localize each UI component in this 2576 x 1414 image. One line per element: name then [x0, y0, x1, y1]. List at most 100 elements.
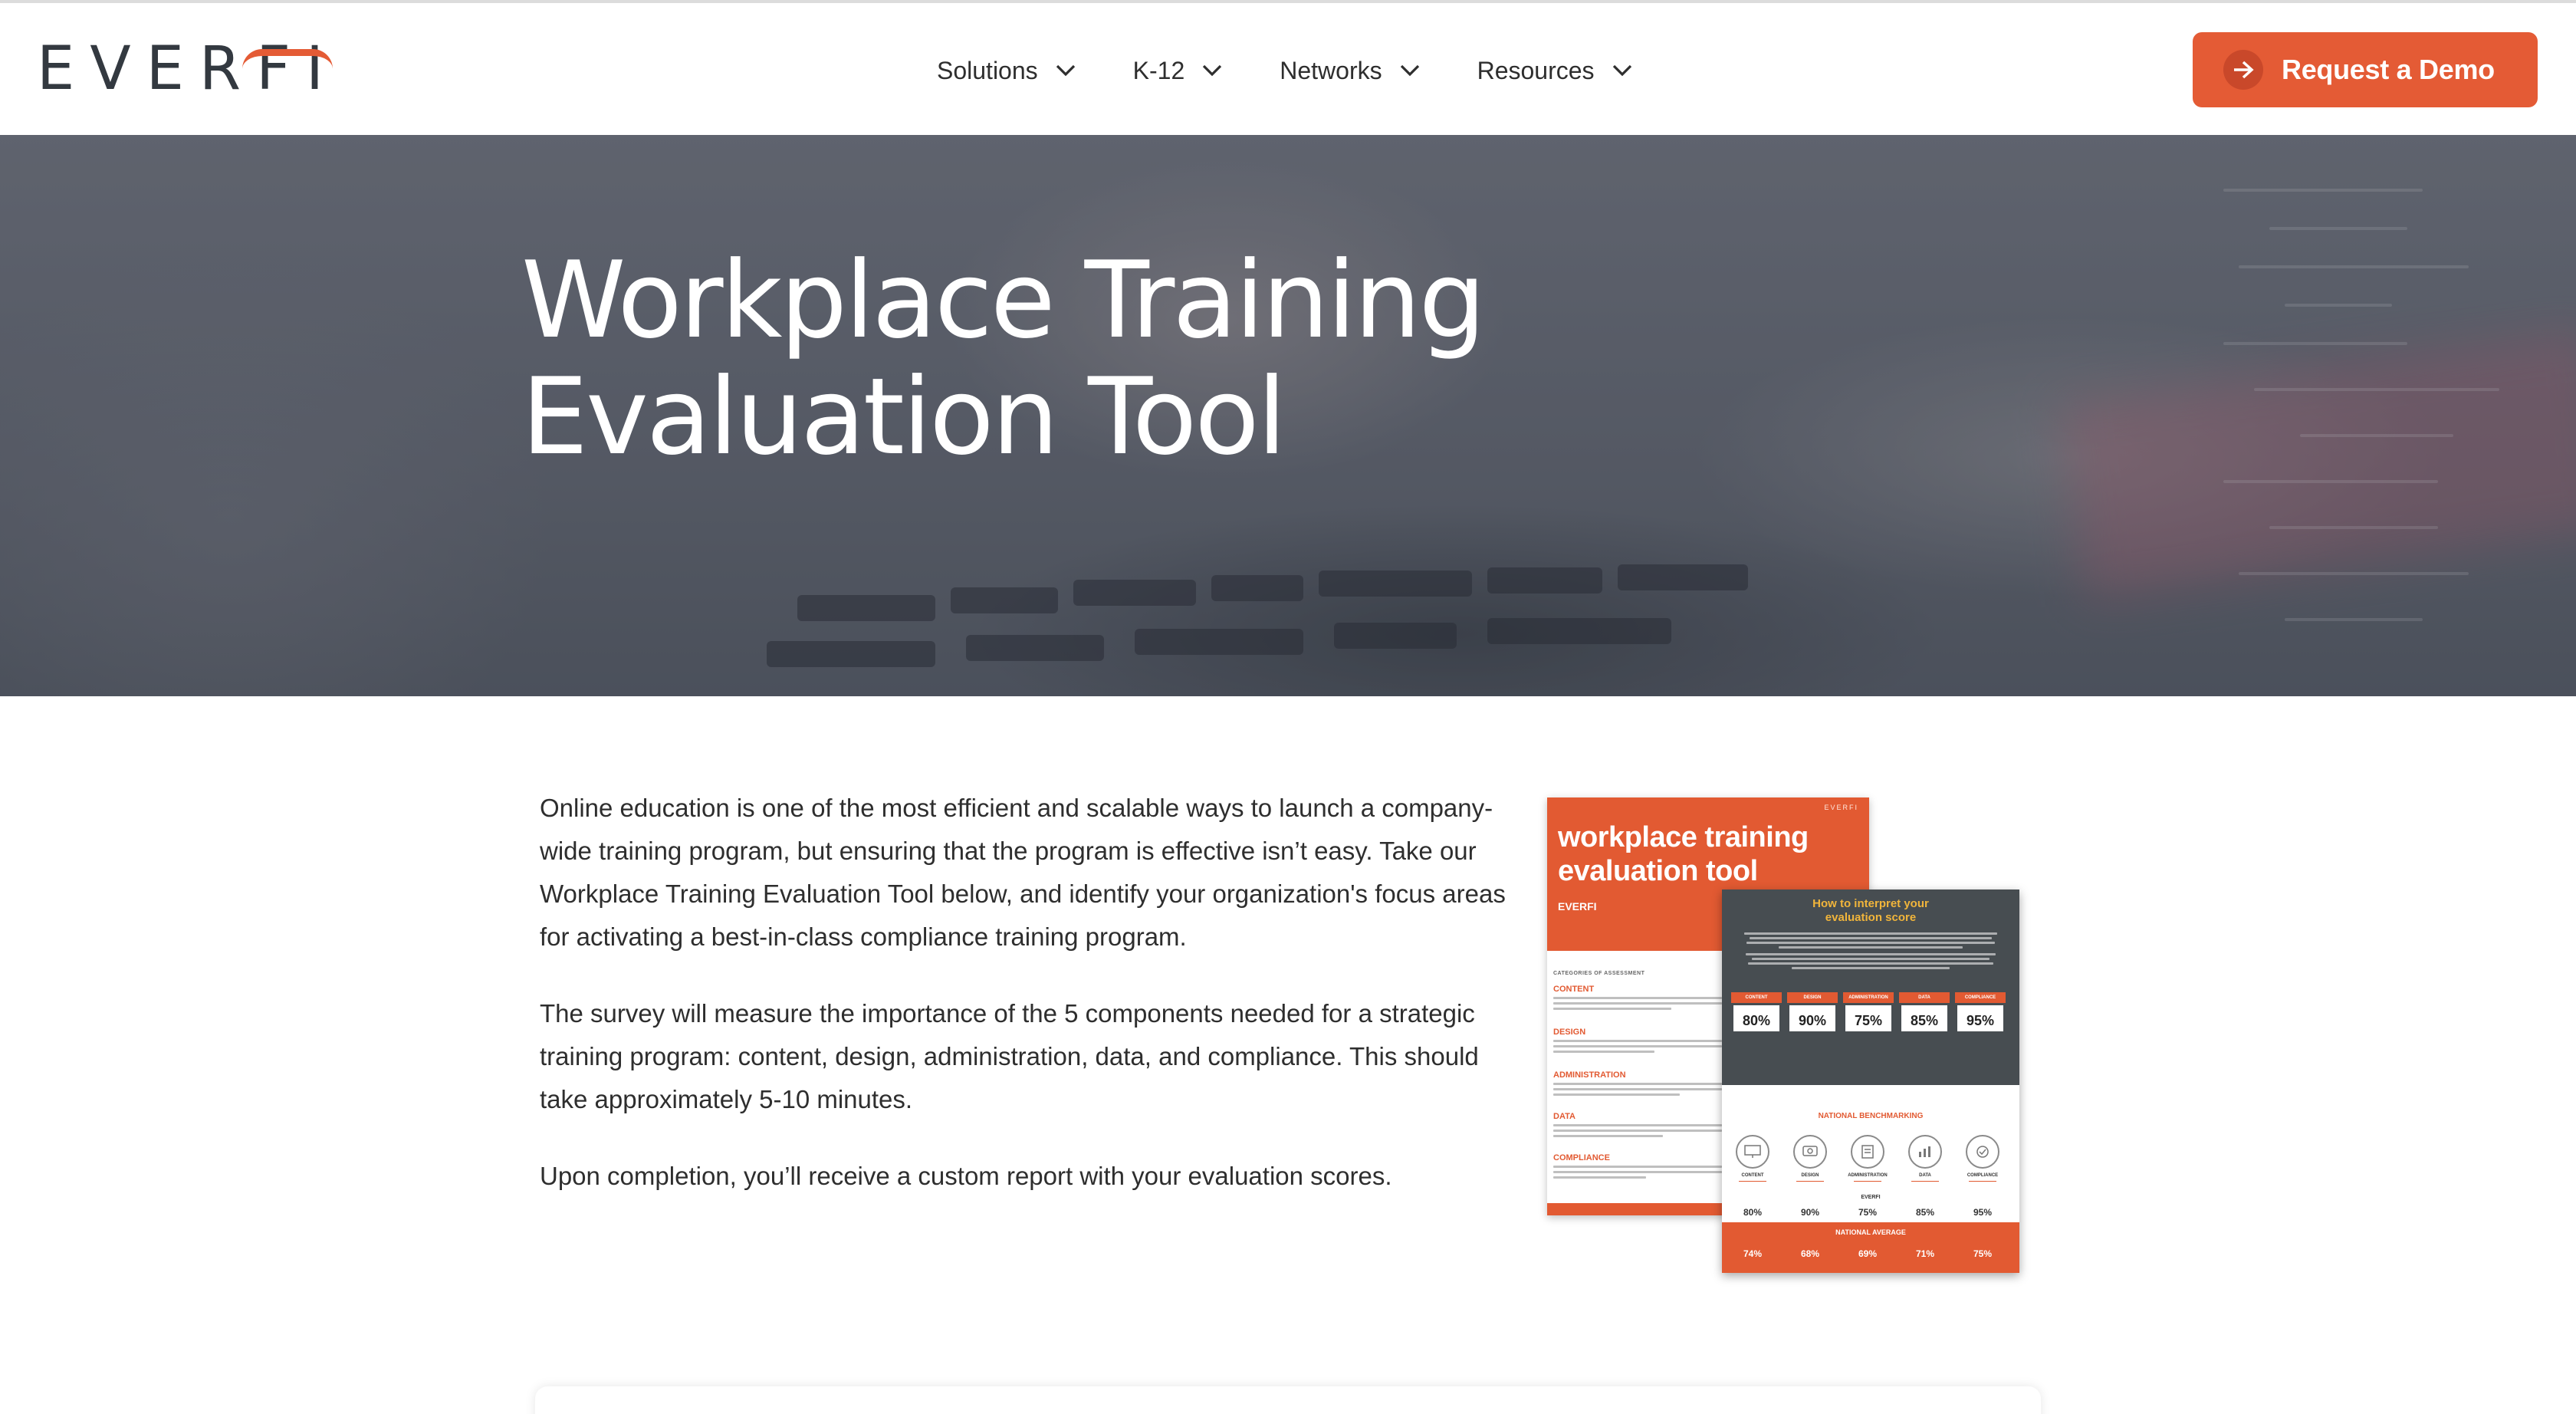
score-box: COMPLIANCE 95%: [1955, 992, 2006, 1034]
benchmark-name: ADMINISTRATION: [1848, 1173, 1888, 1178]
chevron-down-icon: [1198, 57, 1226, 84]
score-box: DATA 85%: [1899, 992, 1950, 1034]
logo-arc-mark: [242, 49, 333, 69]
arrow-right-circle-icon: [2223, 50, 2263, 90]
average-value: 74%: [1743, 1248, 1763, 1259]
benchmark-value: 75%: [1858, 1207, 1878, 1218]
benchmark-name: DATA: [1919, 1173, 1931, 1178]
monitor-icon: [1736, 1135, 1769, 1169]
score-value: 85%: [1899, 1003, 1950, 1034]
score-value: 90%: [1787, 1003, 1838, 1034]
page-title: Workplace Training Evaluation Tool: [521, 242, 1595, 475]
category-label: CONTENT: [1553, 985, 1595, 994]
main-nav: Solutions K-12 Networks Resources: [937, 48, 1690, 94]
category-label: COMPLIANCE: [1553, 1153, 1610, 1162]
report-preview-image: EVERFI workplace training evaluation too…: [1547, 797, 2019, 1273]
nav-item-label: Solutions: [937, 56, 1038, 84]
benchmark-item: COMPLIANCE: [1963, 1135, 2003, 1185]
page-title-line-1: Workplace Training: [521, 238, 1486, 362]
score-label: COMPLIANCE: [1955, 992, 2006, 1003]
administration-icon: [1851, 1135, 1884, 1169]
design-icon: [1793, 1135, 1827, 1169]
benchmark-brand: EVERFI: [1861, 1195, 1881, 1200]
benchmark-item: CONTENT: [1733, 1135, 1773, 1185]
benchmark-value: 80%: [1743, 1207, 1763, 1218]
intro-paragraph-2: The survey will measure the importance o…: [540, 999, 1479, 1113]
national-average-values: 74% 68% 69% 71% 75%: [1733, 1248, 2019, 1259]
national-average-title: NATIONAL AVERAGE: [1835, 1228, 1906, 1236]
national-average-band: NATIONAL AVERAGE 74% 68% 69% 71% 75%: [1722, 1222, 2019, 1273]
score-row: CONTENT 80% DESIGN 90% ADMINISTRATION 75…: [1731, 992, 2011, 1034]
nav-item-solutions[interactable]: Solutions: [937, 57, 1079, 85]
benchmark-item: ADMINISTRATION: [1848, 1135, 1888, 1185]
chevron-down-icon: [1396, 57, 1424, 84]
benchmark-name: CONTENT: [1741, 1173, 1764, 1178]
benchmark-name: DESIGN: [1801, 1173, 1819, 1178]
intro-paragraph-1: Online education is one of the most effi…: [540, 794, 1506, 951]
average-value: 71%: [1915, 1248, 1935, 1259]
nav-item-label: Networks: [1280, 56, 1382, 84]
average-value: 75%: [1973, 1248, 1993, 1259]
score-box: DESIGN 90%: [1787, 992, 1838, 1034]
report-score-page: How to interpret your evaluation score C…: [1722, 890, 2019, 1273]
categories-heading: CATEGORIES OF ASSESSMENT: [1553, 971, 1645, 976]
benchmark-value: 85%: [1915, 1207, 1935, 1218]
page-title-line-2: Evaluation Tool: [521, 355, 1286, 478]
benchmark-divider: [1739, 1181, 1766, 1182]
benchmark-value: 95%: [1973, 1207, 1993, 1218]
request-demo-button[interactable]: Request a Demo: [2193, 32, 2538, 107]
site-header: EVERFI Solutions K-12 Networks Resources: [0, 3, 2576, 135]
benchmark-divider: [1854, 1181, 1881, 1182]
report-score-header: How to interpret your evaluation score C…: [1722, 890, 2019, 1085]
benchmark-value: 90%: [1800, 1207, 1820, 1218]
benchmark-divider: [1969, 1181, 1996, 1182]
benchmark-divider: [1911, 1181, 1939, 1182]
benchmark-item: DATA: [1905, 1135, 1945, 1185]
score-value: 95%: [1955, 1003, 2006, 1034]
category-text-lines: [1553, 1166, 1722, 1182]
score-label: DATA: [1899, 992, 1950, 1003]
category-text-lines: [1553, 997, 1722, 1013]
score-label: ADMINISTRATION: [1843, 992, 1894, 1003]
data-icon: [1908, 1135, 1942, 1169]
benchmark-title: NATIONAL BENCHMARKING: [1818, 1112, 1924, 1120]
benchmark-name: COMPLIANCE: [1967, 1173, 1999, 1178]
benchmark-values: 80% 90% 75% 85% 95%: [1733, 1207, 2019, 1218]
report-cover-brand: EVERFI: [1824, 804, 1858, 811]
report-cover-logo: EVERFI: [1558, 900, 1597, 913]
nav-item-label: K-12: [1132, 56, 1185, 84]
benchmark-item: DESIGN: [1790, 1135, 1830, 1185]
evaluation-form-card: [535, 1386, 2041, 1414]
chevron-down-icon: [1608, 57, 1636, 84]
score-label: CONTENT: [1731, 992, 1782, 1003]
category-text-lines: [1553, 1040, 1722, 1056]
nav-item-resources[interactable]: Resources: [1477, 57, 1636, 85]
benchmark-icons: CONTENT DESIGN ADMINISTRATION DATA COMPL: [1733, 1135, 2019, 1185]
nav-item-k12[interactable]: K-12: [1133, 57, 1227, 85]
score-box: CONTENT 80%: [1731, 992, 1782, 1034]
request-demo-label: Request a Demo: [2282, 54, 2495, 85]
category-label: DESIGN: [1553, 1028, 1586, 1037]
compliance-icon: [1966, 1135, 1999, 1169]
score-value: 75%: [1843, 1003, 1894, 1034]
chevron-down-icon: [1052, 57, 1079, 84]
nav-item-label: Resources: [1477, 56, 1595, 84]
interpret-title: How to interpret your evaluation score: [1812, 897, 1929, 924]
category-text-lines: [1553, 1124, 1722, 1140]
hero-banner: Workplace Training Evaluation Tool: [0, 135, 2576, 696]
average-value: 69%: [1858, 1248, 1878, 1259]
everfi-logo[interactable]: EVERFI: [37, 39, 339, 99]
benchmark-divider: [1796, 1181, 1824, 1182]
category-label: ADMINISTRATION: [1553, 1070, 1626, 1080]
category-text-lines: [1553, 1083, 1722, 1099]
intro-paragraph-3: Upon completion, you’ll receive a custom…: [540, 1162, 1392, 1190]
average-value: 68%: [1800, 1248, 1820, 1259]
score-label: DESIGN: [1787, 992, 1838, 1003]
score-box: ADMINISTRATION 75%: [1843, 992, 1894, 1034]
category-label: DATA: [1553, 1112, 1576, 1121]
report-cover-title: workplace training evaluation tool: [1558, 821, 1809, 887]
score-value: 80%: [1731, 1003, 1782, 1034]
intro-text: Online education is one of the most effi…: [540, 787, 1506, 1231]
interpret-text-lines: [1739, 932, 2003, 972]
nav-item-networks[interactable]: Networks: [1280, 57, 1423, 85]
